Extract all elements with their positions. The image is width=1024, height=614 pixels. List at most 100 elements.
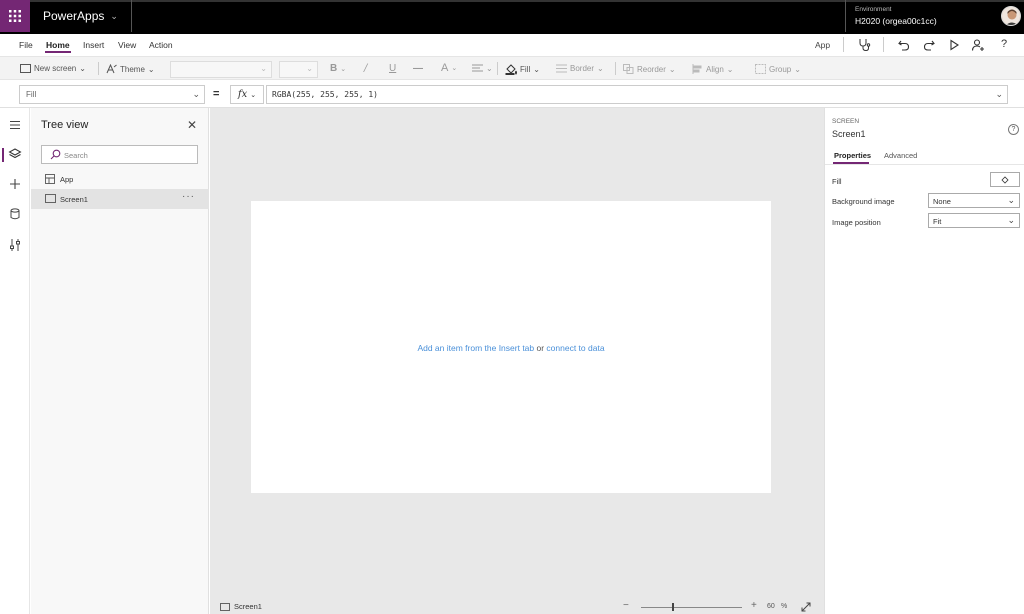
font-size-select[interactable]: ⌄: [279, 61, 318, 78]
active-tab-indicator: [45, 51, 71, 53]
environment-picker[interactable]: H2020 (orgea00c1cc): [855, 16, 937, 26]
equals-sign: =: [213, 88, 220, 100]
chevron-down-icon: ⌄: [110, 10, 118, 21]
hint-or-text: or: [534, 343, 547, 353]
tree-search-input[interactable]: Search: [41, 145, 198, 164]
bold-button[interactable]: B ⌄: [330, 63, 346, 74]
divider: [497, 62, 498, 75]
zoom-slider-thumb[interactable]: [672, 603, 674, 611]
reorder-button[interactable]: Reorder ⌄: [623, 64, 676, 74]
border-button[interactable]: Border ⌄: [556, 64, 604, 73]
selected-name[interactable]: Screen1: [832, 129, 866, 139]
property-select-value: Fill: [26, 90, 37, 99]
menu-view[interactable]: View: [118, 40, 136, 50]
theme-button[interactable]: Theme ⌄: [106, 64, 155, 74]
paint-bucket-icon: [1001, 175, 1009, 184]
align-label: Align: [706, 64, 724, 74]
zoom-value: 60: [767, 603, 775, 610]
insert-tab-link[interactable]: Add an item from the Insert tab: [417, 343, 534, 353]
stethoscope-icon[interactable]: [857, 38, 871, 52]
chevron-down-icon: ⌄: [794, 64, 801, 74]
fill-color-picker[interactable]: [990, 172, 1020, 187]
active-rail-indicator: [2, 148, 4, 162]
help-icon[interactable]: ?: [1008, 124, 1019, 135]
image-position-select[interactable]: Fit ⌄: [928, 213, 1020, 228]
menu-home[interactable]: Home: [46, 40, 70, 50]
app-settings-link[interactable]: App: [815, 40, 830, 50]
database-icon[interactable]: [8, 207, 22, 221]
fit-to-window-icon[interactable]: [801, 602, 811, 612]
chevron-down-icon: ⌄: [1007, 195, 1015, 205]
chevron-down-icon: ⌄: [668, 64, 676, 74]
screen-icon: [45, 194, 56, 203]
canvas-area: Add an item from the Insert tab or conne…: [210, 108, 824, 598]
chevron-down-icon: ⌄: [79, 64, 86, 73]
tree-item-app[interactable]: App: [31, 169, 209, 189]
chevron-down-icon: ⌄: [597, 64, 604, 73]
app-launcher-icon[interactable]: [0, 0, 30, 32]
status-screen-selector[interactable]: Screen1: [220, 602, 262, 611]
divider: [843, 37, 844, 52]
zoom-unit: %: [781, 603, 788, 610]
menu-bar: File Home Insert View Action App ?: [0, 34, 1024, 56]
text-align-button[interactable]: ⌄: [472, 64, 493, 73]
advanced-tools-icon[interactable]: [8, 238, 22, 252]
align-button[interactable]: Align ⌄: [692, 64, 734, 74]
menu-insert[interactable]: Insert: [83, 40, 104, 50]
divider: [825, 164, 1024, 165]
background-image-value: None: [933, 197, 951, 206]
menu-action[interactable]: Action: [149, 40, 173, 50]
italic-button[interactable]: /: [364, 63, 367, 74]
tab-advanced[interactable]: Advanced: [884, 151, 917, 160]
underline-button[interactable]: U: [389, 63, 396, 74]
chevron-down-icon: ⌄: [995, 89, 1003, 99]
font-color-button[interactable]: A ⌄: [441, 62, 457, 74]
chevron-down-icon: ⌄: [486, 64, 493, 73]
zoom-out-button[interactable]: −: [623, 600, 629, 611]
app-icon: [45, 174, 55, 184]
strikethrough-button[interactable]: —: [413, 63, 423, 74]
image-position-label: Image position: [832, 218, 881, 227]
left-rail: [0, 108, 30, 614]
property-select[interactable]: Fill ⌄: [19, 85, 205, 104]
plus-icon[interactable]: [8, 177, 22, 191]
layers-icon[interactable]: [8, 147, 22, 161]
font-select[interactable]: ⌄: [170, 61, 272, 78]
chevron-down-icon: ⌄: [726, 64, 734, 74]
zoom-in-button[interactable]: +: [751, 600, 757, 611]
background-image-label: Background image: [832, 197, 895, 206]
play-icon[interactable]: [947, 38, 961, 52]
avatar[interactable]: [1001, 6, 1021, 26]
divider: [883, 37, 884, 52]
menu-file[interactable]: File: [19, 40, 33, 50]
theme-label: Theme: [120, 64, 145, 74]
formula-bar: Fill ⌄ = fx ⌄ RGBA(255, 255, 255, 1) ⌄: [0, 82, 1024, 108]
tree-item-screen1[interactable]: Screen1 ···: [31, 189, 209, 209]
fill-button[interactable]: Fill ⌄: [505, 64, 540, 75]
formula-input[interactable]: RGBA(255, 255, 255, 1) ⌄: [266, 85, 1008, 104]
close-icon[interactable]: ✕: [187, 118, 197, 132]
app-screen-canvas[interactable]: Add an item from the Insert tab or conne…: [251, 201, 771, 493]
zoom-slider[interactable]: [641, 607, 742, 608]
hamburger-menu-icon[interactable]: [8, 118, 22, 132]
new-screen-button[interactable]: New screen ⌄: [20, 64, 86, 73]
more-options-icon[interactable]: ···: [182, 191, 195, 202]
chevron-down-icon: ⌄: [250, 90, 257, 99]
app-name-menu[interactable]: PowerApps ⌄: [43, 9, 118, 23]
fx-button[interactable]: fx ⌄: [230, 85, 264, 104]
redo-icon[interactable]: [922, 38, 936, 52]
fill-label: Fill: [832, 177, 842, 186]
status-bar: Screen1 − + 60 %: [210, 598, 824, 614]
background-image-select[interactable]: None ⌄: [928, 193, 1020, 208]
undo-icon[interactable]: [897, 38, 911, 52]
search-placeholder: Search: [64, 151, 88, 160]
group-button[interactable]: Group ⌄: [755, 64, 801, 74]
reorder-label: Reorder: [637, 64, 666, 74]
environment-label: Environment: [855, 6, 892, 13]
canvas-hint: Add an item from the Insert tab or conne…: [251, 343, 771, 353]
tab-properties[interactable]: Properties: [834, 151, 871, 160]
help-icon[interactable]: ?: [997, 38, 1011, 52]
tree-item-label: App: [60, 175, 74, 184]
connect-to-data-link[interactable]: connect to data: [546, 343, 604, 353]
share-user-icon[interactable]: [971, 38, 985, 52]
